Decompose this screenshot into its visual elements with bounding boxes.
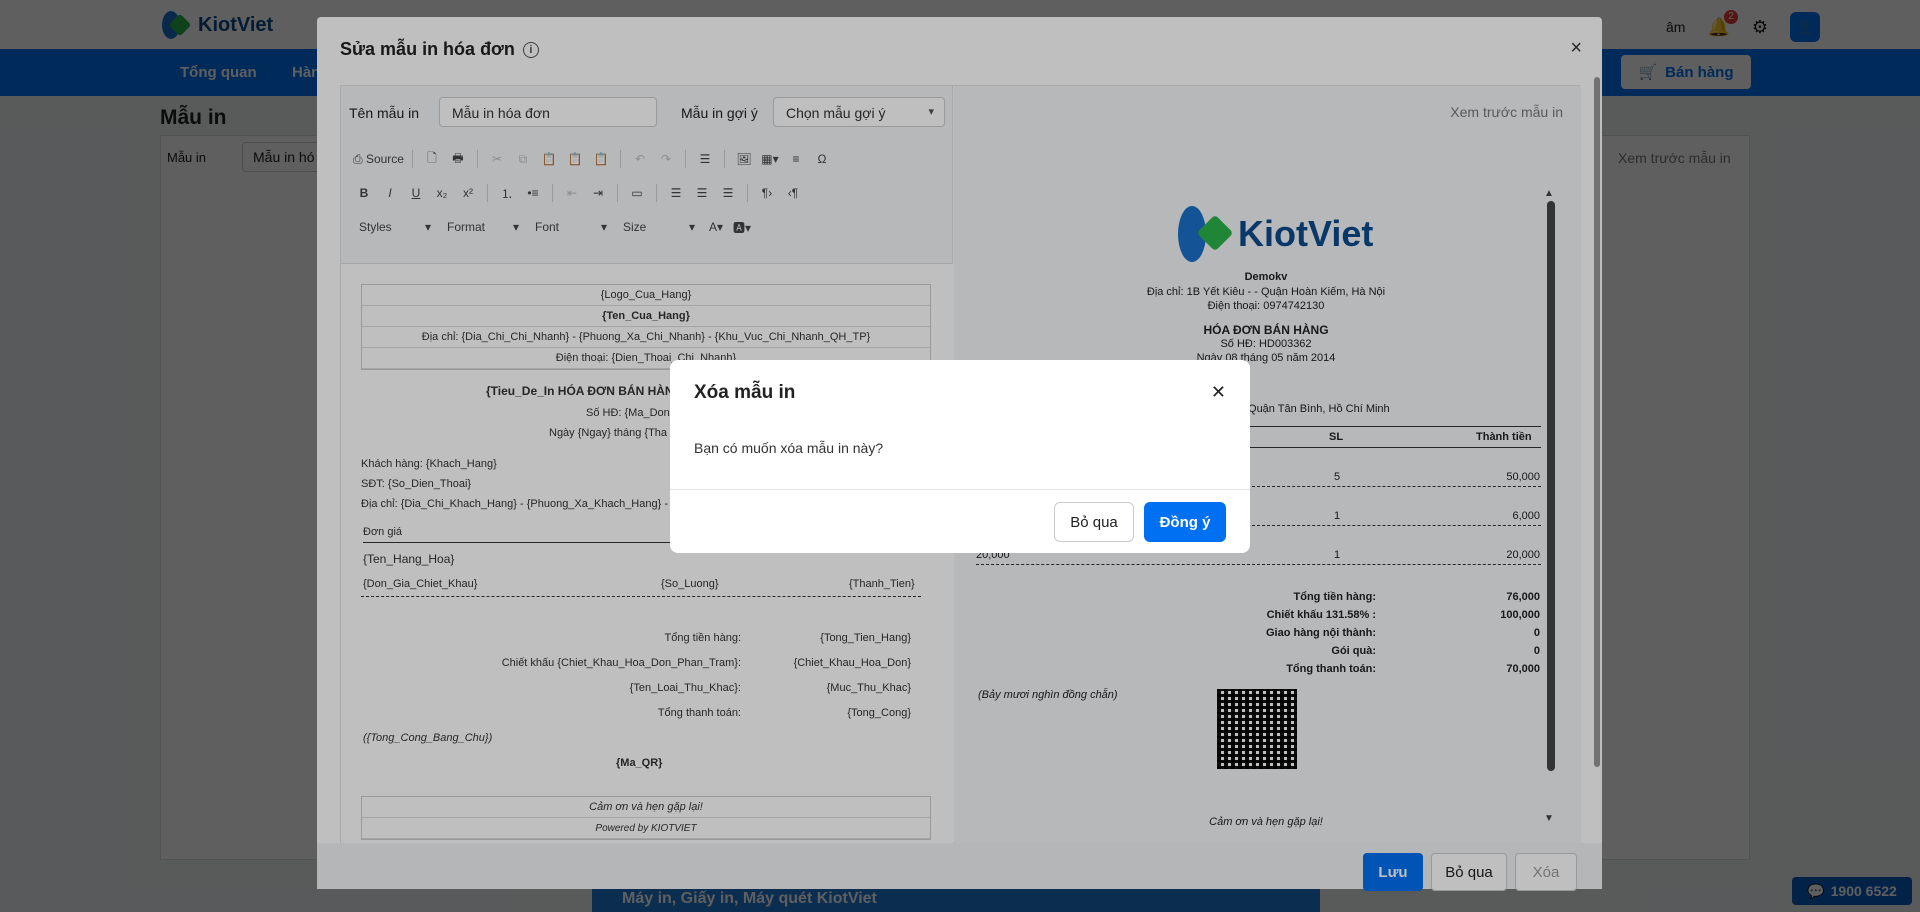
dialog-message: Bạn có muốn xóa mẫu in này? <box>694 440 884 456</box>
dialog-divider <box>670 489 1250 490</box>
close-icon[interactable]: ✕ <box>1211 382 1226 403</box>
confirm-button[interactable]: Đồng ý <box>1144 502 1226 542</box>
cancel-button[interactable]: Bỏ qua <box>1054 502 1134 542</box>
dialog-title: Xóa mẫu in <box>694 382 796 403</box>
confirm-delete-dialog: Xóa mẫu in ✕ Bạn có muốn xóa mẫu in này?… <box>670 360 1250 553</box>
